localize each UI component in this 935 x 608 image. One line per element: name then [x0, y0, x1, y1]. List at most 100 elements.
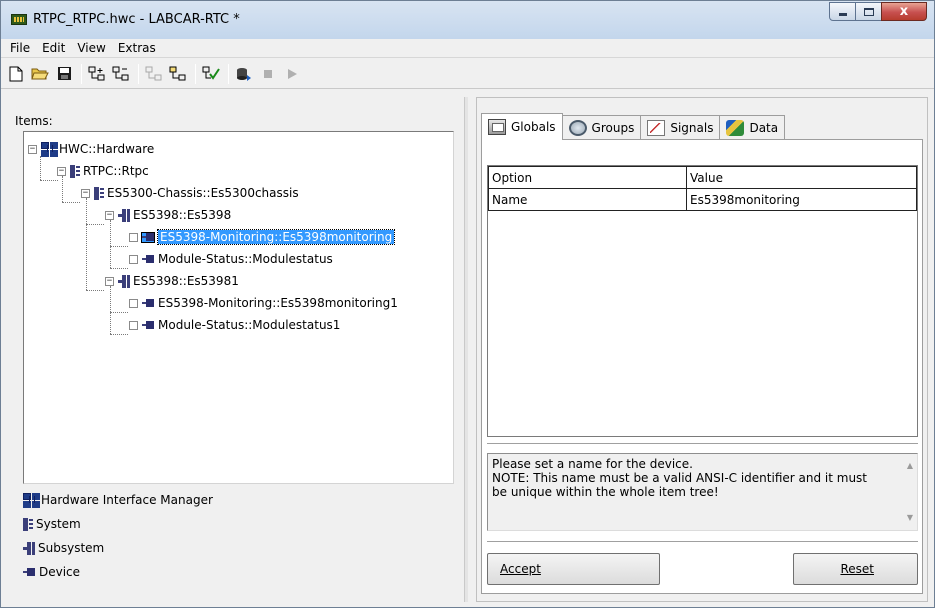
- leaf-box: [129, 320, 138, 330]
- reset-button[interactable]: Reset: [793, 553, 918, 585]
- new-file-button[interactable]: [5, 63, 27, 85]
- tree-node-es5398[interactable]: − ES5398::Es5398: [105, 206, 231, 224]
- add-subitem-button[interactable]: [110, 63, 132, 85]
- legend-item: Hardware Interface Manager: [23, 491, 213, 509]
- tree-add-child-icon: [112, 66, 129, 80]
- device-icon: [142, 298, 154, 308]
- scroll-up-icon[interactable]: ▲: [907, 459, 913, 473]
- tree-connector: [86, 290, 104, 291]
- tree-connector: [40, 156, 41, 180]
- caption-buttons: x: [829, 2, 927, 22]
- description-line: be unique within the whole item tree!: [492, 485, 719, 499]
- tree-connector: [110, 220, 111, 268]
- column-header-value[interactable]: Value: [686, 166, 917, 189]
- move-down-button[interactable]: [167, 63, 189, 85]
- tab-globals[interactable]: Globals: [481, 113, 563, 140]
- tree-connector: [40, 180, 58, 181]
- options-grid[interactable]: Option Value Name Es5398monitoring: [487, 165, 918, 437]
- items-label: Items:: [15, 114, 53, 128]
- maximize-button[interactable]: [855, 2, 882, 21]
- tree-node-label: Module-Status::Modulestatus1: [158, 318, 341, 332]
- menu-extras[interactable]: Extras: [112, 41, 162, 55]
- play-icon: [288, 68, 297, 79]
- move-up-icon: [145, 66, 162, 80]
- description-line: Please set a name for the device.: [492, 457, 693, 471]
- groups-icon: [568, 119, 587, 136]
- tab-label: Signals: [670, 120, 714, 135]
- tree-node-es53981[interactable]: − ES5398::Es53981: [105, 272, 239, 290]
- leaf-box: [129, 232, 138, 242]
- description-line: NOTE: This name must be a valid ANSI-C i…: [492, 471, 868, 485]
- play-button[interactable]: [281, 63, 303, 85]
- tree-node-monitoring[interactable]: ES5398-Monitoring::Es5398monitoring: [129, 228, 396, 246]
- open-file-button[interactable]: [29, 63, 51, 85]
- divider: [487, 541, 918, 543]
- device-icon: [142, 320, 154, 330]
- tree-connector: [62, 202, 80, 203]
- value-cell[interactable]: Es5398monitoring: [686, 188, 917, 211]
- legend-item: Device: [23, 563, 80, 581]
- tab-signals[interactable]: Signals: [640, 115, 721, 139]
- collapse-toggle[interactable]: −: [81, 188, 90, 198]
- legend-item: System: [23, 515, 81, 533]
- check-button[interactable]: [200, 63, 222, 85]
- move-up-button[interactable]: [143, 63, 165, 85]
- option-cell: Name: [488, 188, 687, 211]
- save-button[interactable]: [53, 63, 75, 85]
- table-header-row: Option Value: [488, 166, 917, 189]
- minimize-button[interactable]: [829, 2, 856, 21]
- toolbar: [1, 59, 934, 89]
- collapse-toggle[interactable]: −: [105, 276, 114, 286]
- collapse-toggle[interactable]: −: [105, 210, 114, 220]
- tree-add-icon: [88, 66, 105, 80]
- column-header-option[interactable]: Option: [488, 166, 687, 189]
- hardware-icon: [23, 493, 39, 507]
- table-row[interactable]: Name Es5398monitoring: [488, 188, 917, 211]
- items-tree[interactable]: − HWC::Hardware − RTPC::Rtpc − ES5300-Ch…: [23, 131, 454, 484]
- tree-connector: [86, 224, 104, 225]
- tree-node-modulestatus[interactable]: Module-Status::Modulestatus: [129, 250, 333, 268]
- tree-node-chassis[interactable]: − ES5300-Chassis::Es5300chassis: [81, 184, 299, 202]
- app-window: RTPC_RTPC.hwc - LABCAR-RTC * x File Edit…: [0, 0, 935, 608]
- accept-button[interactable]: Accept: [487, 553, 660, 585]
- globals-icon: [488, 119, 506, 135]
- download-button[interactable]: [233, 63, 255, 85]
- tree-node-hardware[interactable]: − HWC::Hardware: [28, 140, 154, 158]
- panel-splitter[interactable]: [464, 97, 468, 602]
- leaf-box: [129, 254, 138, 264]
- tab-groups[interactable]: Groups: [561, 115, 642, 139]
- collapse-toggle[interactable]: −: [57, 166, 66, 176]
- subsystem-icon: [118, 208, 130, 222]
- save-icon: [57, 67, 71, 80]
- tree-node-label: HWC::Hardware: [59, 142, 155, 156]
- subsystem-icon: [118, 274, 130, 288]
- tree-node-modulestatus1[interactable]: Module-Status::Modulestatus1: [129, 316, 340, 334]
- close-button[interactable]: x: [881, 2, 927, 21]
- tree-connector: [110, 312, 128, 313]
- legend-label: Hardware Interface Manager: [41, 493, 213, 507]
- description-box[interactable]: Please set a name for the device. NOTE: …: [487, 453, 918, 531]
- add-item-button[interactable]: [86, 63, 108, 85]
- tree-connector: [110, 268, 128, 269]
- tab-data[interactable]: Data: [719, 115, 786, 139]
- maximize-icon: [863, 7, 874, 16]
- menu-file[interactable]: File: [4, 41, 36, 55]
- stop-button[interactable]: [257, 63, 279, 85]
- system-icon: [23, 517, 33, 531]
- system-icon: [70, 164, 80, 178]
- menu-view[interactable]: View: [71, 41, 111, 55]
- signals-icon: [647, 119, 666, 136]
- scroll-down-icon[interactable]: ▼: [907, 511, 913, 525]
- window-title: RTPC_RTPC.hwc - LABCAR-RTC *: [33, 12, 240, 27]
- toolbar-separator: [81, 63, 82, 84]
- toolbar-separator: [195, 63, 196, 84]
- subsystem-icon: [23, 541, 35, 555]
- database-icon: [237, 67, 251, 81]
- title-bar[interactable]: RTPC_RTPC.hwc - LABCAR-RTC * x: [1, 1, 934, 39]
- menu-edit[interactable]: Edit: [36, 41, 71, 55]
- collapse-toggle[interactable]: −: [28, 144, 37, 154]
- legend-label: System: [36, 517, 81, 531]
- tree-node-monitoring1[interactable]: ES5398-Monitoring::Es5398monitoring1: [129, 294, 398, 312]
- accept-label: Accept: [500, 562, 541, 576]
- tree-node-rtpc[interactable]: − RTPC::Rtpc: [57, 162, 149, 180]
